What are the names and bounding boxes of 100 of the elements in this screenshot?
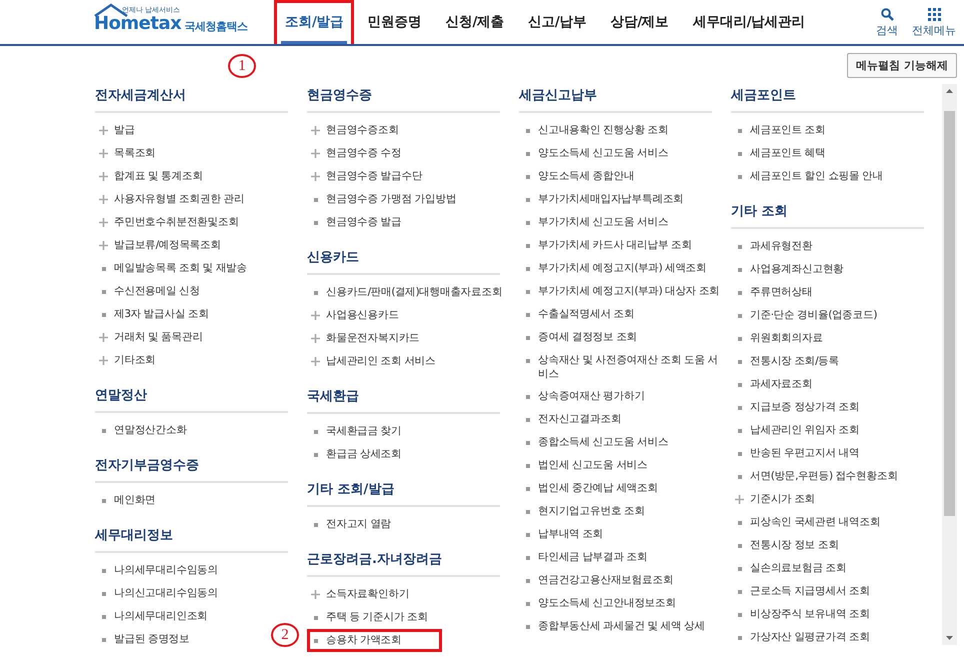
all-menu-button[interactable]: 전체메뉴 bbox=[912, 8, 956, 38]
bullet-icon bbox=[738, 244, 742, 248]
menu-link[interactable]: 현금영수증 수정 bbox=[307, 142, 405, 165]
bullet-icon bbox=[738, 336, 742, 340]
menu-link[interactable]: 수신전용메일 신청 bbox=[95, 280, 203, 303]
menu-link[interactable]: 법인세 신고도움 서비스 bbox=[519, 454, 650, 477]
menu-link[interactable]: 현지기업고유번호 조회 bbox=[519, 500, 648, 523]
menu-link[interactable]: 법인세 중간예납 세액조회 bbox=[519, 477, 661, 500]
search-button[interactable]: 검색 bbox=[876, 8, 898, 38]
menu-link[interactable]: 발급된 증명정보 bbox=[95, 628, 193, 651]
menu-link[interactable]: 납세관리인 조회 서비스 bbox=[307, 350, 438, 373]
menu-link[interactable]: 거래처 및 품목관리 bbox=[95, 326, 206, 349]
menu-link[interactable]: 나의세무대리인조회 bbox=[95, 605, 211, 628]
menu-link[interactable]: 화물운전자복지카드 bbox=[307, 327, 423, 350]
menu-link[interactable]: 현금영수증조회 bbox=[307, 119, 402, 142]
menu-link[interactable]: 전자신고결과조회 bbox=[519, 408, 624, 431]
menu-link[interactable]: 세금포인트 할인 쇼핑몰 안내 bbox=[731, 165, 886, 188]
menu-link[interactable]: 부가가치세 카드사 대리납부 조회 bbox=[519, 234, 695, 257]
menu-link[interactable]: 기타조회 bbox=[95, 349, 159, 372]
bullet-icon bbox=[314, 198, 318, 202]
menu-link[interactable]: 과세유형전환 bbox=[731, 235, 816, 258]
menu-link[interactable]: 전자고지 열람 bbox=[307, 513, 394, 536]
menu-link[interactable]: 현금영수증 발급수단 bbox=[307, 165, 426, 188]
menu-link[interactable]: 가상자산 일평균가격 조회 bbox=[731, 626, 873, 649]
nav-tab[interactable]: 민원증명 bbox=[356, 0, 432, 44]
menu-link[interactable]: 연말정산간소화 bbox=[95, 419, 190, 442]
menu-link[interactable]: 상속증여재산 평가하기 bbox=[519, 385, 648, 408]
menu-link[interactable]: 메인화면 bbox=[95, 489, 159, 512]
menu-link[interactable]: 나의신고대리수임동의 bbox=[95, 582, 222, 605]
menu-link[interactable]: 양도소득세 신고안내정보조회 bbox=[519, 592, 679, 615]
menu-link[interactable]: 부가가치세 신고도움 서비스 bbox=[519, 211, 672, 234]
bullet-icon bbox=[314, 220, 318, 224]
menu-link[interactable]: 양도소득세 신고도움 서비스 bbox=[519, 142, 672, 165]
menu-link[interactable]: 발급 bbox=[95, 119, 138, 142]
menu-link[interactable]: 피상속인 국세관련 내역조회 bbox=[731, 511, 884, 534]
menu-link[interactable]: 반송된 우편고지서 내역 bbox=[731, 442, 862, 465]
menu-link[interactable]: 타인세금 납부결과 조회 bbox=[519, 546, 650, 569]
menu-link[interactable]: 주택 등 기준시가 조회 bbox=[307, 606, 431, 629]
bullet-icon bbox=[102, 290, 106, 294]
nav-tab[interactable]: 상담/제보 bbox=[599, 0, 680, 44]
menu-link[interactable]: 비상장주식 보유내역 조회 bbox=[731, 603, 873, 626]
menu-link[interactable]: 실손의료보험금 조회 bbox=[731, 557, 850, 580]
nav-tab[interactable]: 신고/납부 bbox=[516, 0, 598, 44]
menu-link[interactable]: 환급금 상세조회 bbox=[307, 443, 405, 466]
menu-link[interactable]: 메일발송목록 조회 및 재발송 bbox=[95, 257, 250, 280]
menu-link[interactable]: 나의세무대리수임동의 bbox=[95, 559, 222, 582]
nav-tab[interactable]: 신청/제출 bbox=[434, 0, 515, 44]
menu-link[interactable]: 세금포인트 조회 bbox=[731, 119, 829, 142]
menu-link[interactable]: 사용자유형별 조회권한 관리 bbox=[95, 188, 248, 211]
menu-link[interactable]: 납세관리인 위임자 조회 bbox=[731, 419, 862, 442]
menu-link[interactable]: 합계표 및 통계조회 bbox=[95, 165, 206, 188]
menu-link[interactable]: 전통시장 정보 조회 bbox=[731, 534, 842, 557]
menu-link[interactable]: 신고내용확인 진행상황 조회 bbox=[519, 119, 672, 142]
section-heading: 기타 조회 bbox=[731, 200, 924, 229]
menu-link[interactable]: 과세자료조회 bbox=[731, 373, 816, 396]
menu-link[interactable]: 수출실적명세서 조회 bbox=[519, 303, 638, 326]
menu-link[interactable]: 서면(방문,우편등) 접수현황조회 bbox=[731, 465, 901, 488]
menu-link[interactable]: 사업용신용카드 bbox=[307, 304, 402, 327]
bullet-icon bbox=[526, 418, 530, 422]
menu-link[interactable]: 목록조회 bbox=[95, 142, 159, 165]
menu-link[interactable]: 근로소득 지급명세서 조회 bbox=[731, 580, 873, 603]
menu-link[interactable]: 세금포인트 혜택 bbox=[731, 142, 829, 165]
menu-link[interactable]: 현금영수증 가맹점 가입방법 bbox=[307, 188, 460, 211]
nav-tab[interactable]: 조회/발급 bbox=[274, 0, 354, 44]
menu-link[interactable]: 종합부동산세 과세물건 및 세액 상세 bbox=[519, 615, 708, 638]
menu-link[interactable]: 제3자 발급사실 조회 bbox=[95, 303, 212, 326]
menu-link[interactable]: 부가가치세 예정고지(부과) 대상자 조회 bbox=[519, 280, 723, 303]
menu-link[interactable]: 지급보증 정상가격 조회 bbox=[731, 396, 862, 419]
menu-link[interactable]: 기준·단순 경비율(업종코드) bbox=[731, 304, 880, 327]
nav-tab[interactable]: 세무대리/납세관리 bbox=[682, 0, 816, 44]
menu-link[interactable]: 부가가치세매입자납부특례조회 bbox=[519, 188, 687, 211]
menu-link[interactable]: 종합소득세 신고도움 서비스 bbox=[519, 431, 672, 454]
menu-link[interactable]: 발급보류/예정목록조회 bbox=[95, 234, 224, 257]
section-heading: 전자기부금영수증 bbox=[95, 454, 288, 483]
bullet-icon bbox=[102, 498, 106, 502]
menu-link[interactable]: 부가가치세 예정고지(부과) 세액조회 bbox=[519, 257, 710, 280]
bullet-icon bbox=[526, 312, 530, 316]
menu-link[interactable]: 주민번호수취분전환및조회 bbox=[95, 211, 242, 234]
menu-link[interactable]: 국세환급금 찾기 bbox=[307, 420, 405, 443]
scrollbar[interactable] bbox=[942, 84, 957, 645]
menu-link[interactable]: 현금영수증 발급 bbox=[307, 211, 405, 234]
menu-link[interactable]: 승용차 가액조회 bbox=[307, 629, 442, 652]
bullet-icon bbox=[526, 266, 530, 270]
menu-link[interactable]: 상속재산 및 사전증여재산 조회 도움 서비스 bbox=[519, 349, 725, 385]
menu-link[interactable]: 신용카드/판매(결제)대행매출자료조회 bbox=[307, 281, 506, 304]
menu-link[interactable]: 증여세 결정정보 조회 bbox=[519, 326, 640, 349]
menu-link[interactable]: 납부내역 조회 bbox=[519, 523, 606, 546]
bullet-icon bbox=[526, 220, 530, 224]
menu-link[interactable]: 전통시장 조회/등록 bbox=[731, 350, 842, 373]
menu-link[interactable]: 주류면허상태 bbox=[731, 281, 816, 304]
menu-expand-toggle-button[interactable]: 메뉴펼침 기능해제 bbox=[847, 52, 957, 78]
section-heading: 현금영수증 bbox=[307, 84, 500, 113]
menu-link[interactable]: 기준시가 조회 bbox=[731, 488, 818, 511]
menu-link[interactable]: 양도소득세 종합안내 bbox=[519, 165, 638, 188]
menu-link[interactable]: 사업용계좌신고현황 bbox=[731, 258, 847, 281]
menu-link[interactable]: 연금건강고용산재보험료조회 bbox=[519, 569, 676, 592]
menu-link[interactable]: 위원회회의자료 bbox=[731, 327, 826, 350]
section-heading: 기타 조회/발급 bbox=[307, 478, 500, 507]
logo-wordmark[interactable]: Hometax bbox=[94, 14, 182, 34]
menu-link[interactable]: 소득자료확인하기 bbox=[307, 583, 412, 606]
